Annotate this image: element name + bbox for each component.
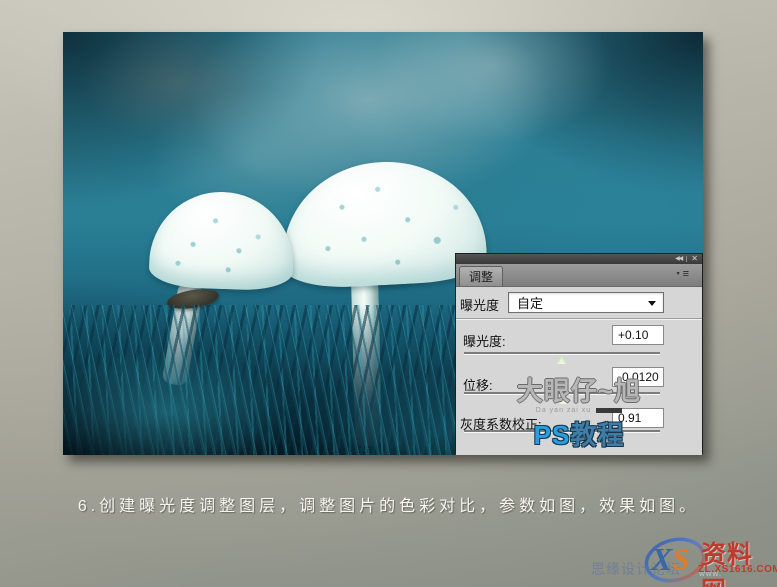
xs-logo: X S	[643, 535, 707, 585]
gamma-slider-marker[interactable]	[563, 433, 575, 442]
collapse-to-icons-icon[interactable]: ◀◀	[675, 256, 683, 262]
gamma-value: 0.91	[618, 411, 642, 425]
offset-value-field[interactable]: -0.0120	[612, 367, 664, 387]
site-watermark: 思缘设计论坛 www. X S 资料网 ZL.XS1616.COM	[585, 533, 777, 587]
exposure-slider-marker[interactable]	[556, 355, 568, 364]
exposure-slider[interactable]	[464, 352, 660, 364]
offset-slider-marker[interactable]	[558, 395, 570, 404]
preset-dropdown[interactable]: 自定	[508, 292, 664, 313]
exposure-label: 曝光度:	[463, 334, 506, 349]
tutorial-page: ◀◀ ✕ 调整 ▼ ≡ 曝光度 自定 曝光度: +0.10 位移: -0.012…	[0, 0, 777, 587]
titlebar-divider	[686, 256, 688, 262]
panel-divider	[456, 318, 702, 320]
brand-url: ZL.XS1616.COM	[698, 564, 777, 575]
tab-adjustments[interactable]: 调整	[459, 266, 504, 286]
gamma-slider[interactable]	[464, 430, 660, 442]
adjustments-panel: ◀◀ ✕ 调整 ▼ ≡ 曝光度 自定 曝光度: +0.10 位移: -0.012…	[455, 253, 703, 455]
dropdown-arrow-icon	[648, 301, 656, 306]
left-mushroom-cap	[148, 189, 296, 292]
exposure-value-field[interactable]: +0.10	[612, 325, 664, 345]
menu-arrow-icon: ▼	[675, 271, 681, 277]
panel-menu-icon[interactable]: ▼ ≡	[676, 269, 689, 280]
panel-tab-row: 调整 ▼ ≡	[456, 264, 702, 287]
panel-content: 曝光度 自定 曝光度: +0.10 位移: -0.0120 灰度系数校正: 0.…	[456, 287, 702, 455]
offset-value: -0.0120	[618, 370, 659, 384]
panel-titlebar: ◀◀ ✕	[456, 254, 702, 264]
close-icon[interactable]: ✕	[691, 255, 698, 263]
preset-dropdown-value: 自定	[517, 296, 544, 311]
exposure-value: +0.10	[618, 328, 649, 342]
gamma-value-field[interactable]: 0.91	[612, 408, 664, 428]
logo-letter-x: X	[651, 541, 673, 577]
menu-lines-icon: ≡	[682, 268, 689, 280]
logo-letter-s: S	[673, 543, 690, 576]
offset-slider[interactable]	[464, 392, 660, 404]
exposure-preset-label: 曝光度	[460, 298, 500, 313]
step-caption: 6.创建曝光度调整图层，调整图片的色彩对比，参数如图，效果如图。	[77, 498, 700, 515]
brand-name: 资料网	[701, 541, 754, 587]
